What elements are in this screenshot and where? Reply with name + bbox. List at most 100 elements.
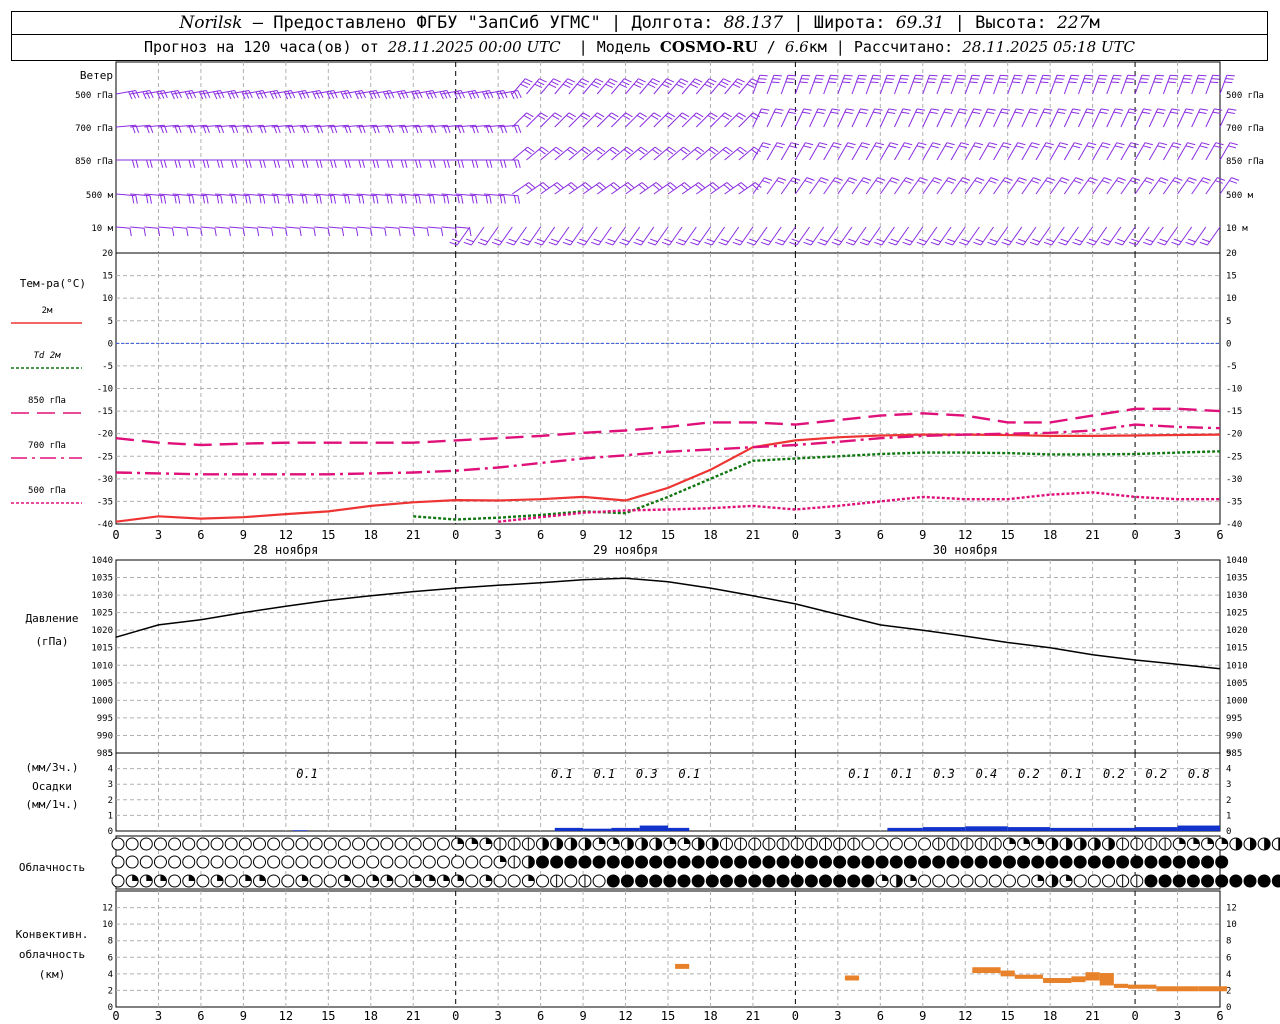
wind-barb-feather <box>1118 177 1126 181</box>
wind-barb <box>653 112 669 128</box>
precip-bar <box>1050 827 1093 831</box>
wind-barb-feather <box>611 112 619 118</box>
wind-barb-feather <box>206 195 209 204</box>
wind-barb-feather <box>1084 78 1093 80</box>
cloud-symbol <box>352 874 366 888</box>
wind-barb-feather <box>305 159 309 168</box>
wind-barb <box>130 226 145 229</box>
wind-barb-feather <box>262 195 266 204</box>
wind-barb-feather <box>1157 145 1166 149</box>
wind-barb-feather <box>1042 74 1051 77</box>
cloud-symbol-mark <box>896 875 903 887</box>
cloud-symbol <box>493 874 507 888</box>
wind-barb-feather <box>214 228 217 237</box>
wind-barb-feather <box>485 195 489 204</box>
temp-ytick-left: 0 <box>108 339 113 349</box>
wind-barb-feather <box>1127 74 1136 77</box>
wind-barb-feather <box>945 108 954 111</box>
wind-barb-feather <box>312 91 317 100</box>
temp-panel-label: Тем-ра(°C) <box>20 277 86 290</box>
wind-barb-feather <box>647 83 656 89</box>
wind-barb <box>1106 108 1116 128</box>
temp-xtick: 0 <box>1131 528 1138 542</box>
wind-barb-feather <box>285 228 288 237</box>
wind-barb <box>582 78 597 95</box>
wind-barb-feather <box>610 184 618 191</box>
wind-barb-feather <box>273 195 276 204</box>
wind-barb-feather <box>216 159 220 168</box>
wind-barb-feather <box>1012 81 1021 84</box>
wind-barb-feather <box>228 228 231 237</box>
cloud-symbol <box>366 837 380 851</box>
temp-xtick: 12 <box>958 528 972 542</box>
wind-barb-feather <box>376 195 379 204</box>
wind-barb-feather <box>1075 177 1084 181</box>
temp-series-line <box>413 450 1221 521</box>
wind-barb-feather <box>319 159 323 168</box>
wind-barb-feather <box>273 90 278 99</box>
wind-barb <box>1008 226 1023 246</box>
conv-ytick-right: 6 <box>1226 953 1231 963</box>
precip-3h-label: 0.8 <box>1188 767 1210 781</box>
temp-xtick: 3 <box>834 528 841 542</box>
wind-barb-feather <box>291 195 294 204</box>
wind-barb-feather <box>513 90 519 99</box>
cloud-symbol <box>705 855 719 869</box>
wind-barb <box>809 108 819 128</box>
wind-barb <box>342 226 357 229</box>
wind-barb <box>172 226 187 229</box>
wind-barb-feather <box>1042 111 1051 115</box>
wind-barb-feather <box>1129 108 1138 111</box>
wind-barb-feather <box>191 90 197 98</box>
cloud-symbol <box>1172 874 1186 888</box>
precip-bar <box>1007 827 1051 831</box>
wind-barb-feather <box>842 81 851 84</box>
wind-barb-feather <box>943 74 952 77</box>
cloud-symbol <box>295 855 309 869</box>
temp-xtick: 12 <box>279 528 293 542</box>
wind-barb-feather <box>216 90 221 99</box>
conv-bar <box>1000 970 1015 977</box>
precip-bar <box>887 827 923 831</box>
wind-barb <box>794 75 803 95</box>
cloud-symbol <box>1215 855 1229 869</box>
wind-barb-feather <box>471 195 474 204</box>
wind-barb-feather <box>313 228 316 237</box>
wind-barb <box>1021 75 1030 95</box>
wind-barb-feather <box>170 91 175 100</box>
wind-barb <box>1191 108 1201 128</box>
wind-barb-feather <box>1198 111 1207 115</box>
wind-barb-feather <box>1074 238 1083 243</box>
conv-xtick: 15 <box>1000 1009 1014 1023</box>
wind-barb-feather <box>143 228 146 237</box>
wind-barb-feather <box>301 195 305 204</box>
wind-barb-feather <box>1047 177 1056 181</box>
temp-ytick-right: -35 <box>1226 497 1242 507</box>
pres-ytick-right: 1005 <box>1226 679 1248 689</box>
wind-barb-feather <box>1060 238 1069 243</box>
cloud-symbol <box>620 874 634 888</box>
wind-barb-feather <box>624 78 632 83</box>
wind-barb-feather <box>858 111 867 115</box>
wind-barb <box>1205 108 1215 128</box>
wind-barb-feather <box>517 125 522 133</box>
wind-barb-feather <box>1014 111 1023 115</box>
wind-barb <box>894 142 905 161</box>
wind-barb <box>554 146 571 161</box>
cloud-symbol <box>479 855 493 869</box>
cloud-symbol <box>819 874 832 888</box>
prec-ytick-left: 0 <box>108 827 113 837</box>
wind-barb-feather <box>889 180 898 184</box>
wind-barb <box>1092 75 1100 95</box>
wind-barb <box>837 75 846 95</box>
cloud-symbol-mark <box>1264 838 1271 850</box>
wind-barb-feather <box>146 159 150 168</box>
wind-barb-feather <box>651 114 659 120</box>
wind-barb <box>1148 75 1157 95</box>
wind-barb <box>229 226 244 229</box>
wind-barb-feather <box>1059 180 1068 184</box>
wind-barb-feather <box>725 146 733 153</box>
wind-barb-feather <box>276 90 282 98</box>
wind-barb-feather <box>1159 238 1168 243</box>
conv-bar <box>1113 983 1128 988</box>
